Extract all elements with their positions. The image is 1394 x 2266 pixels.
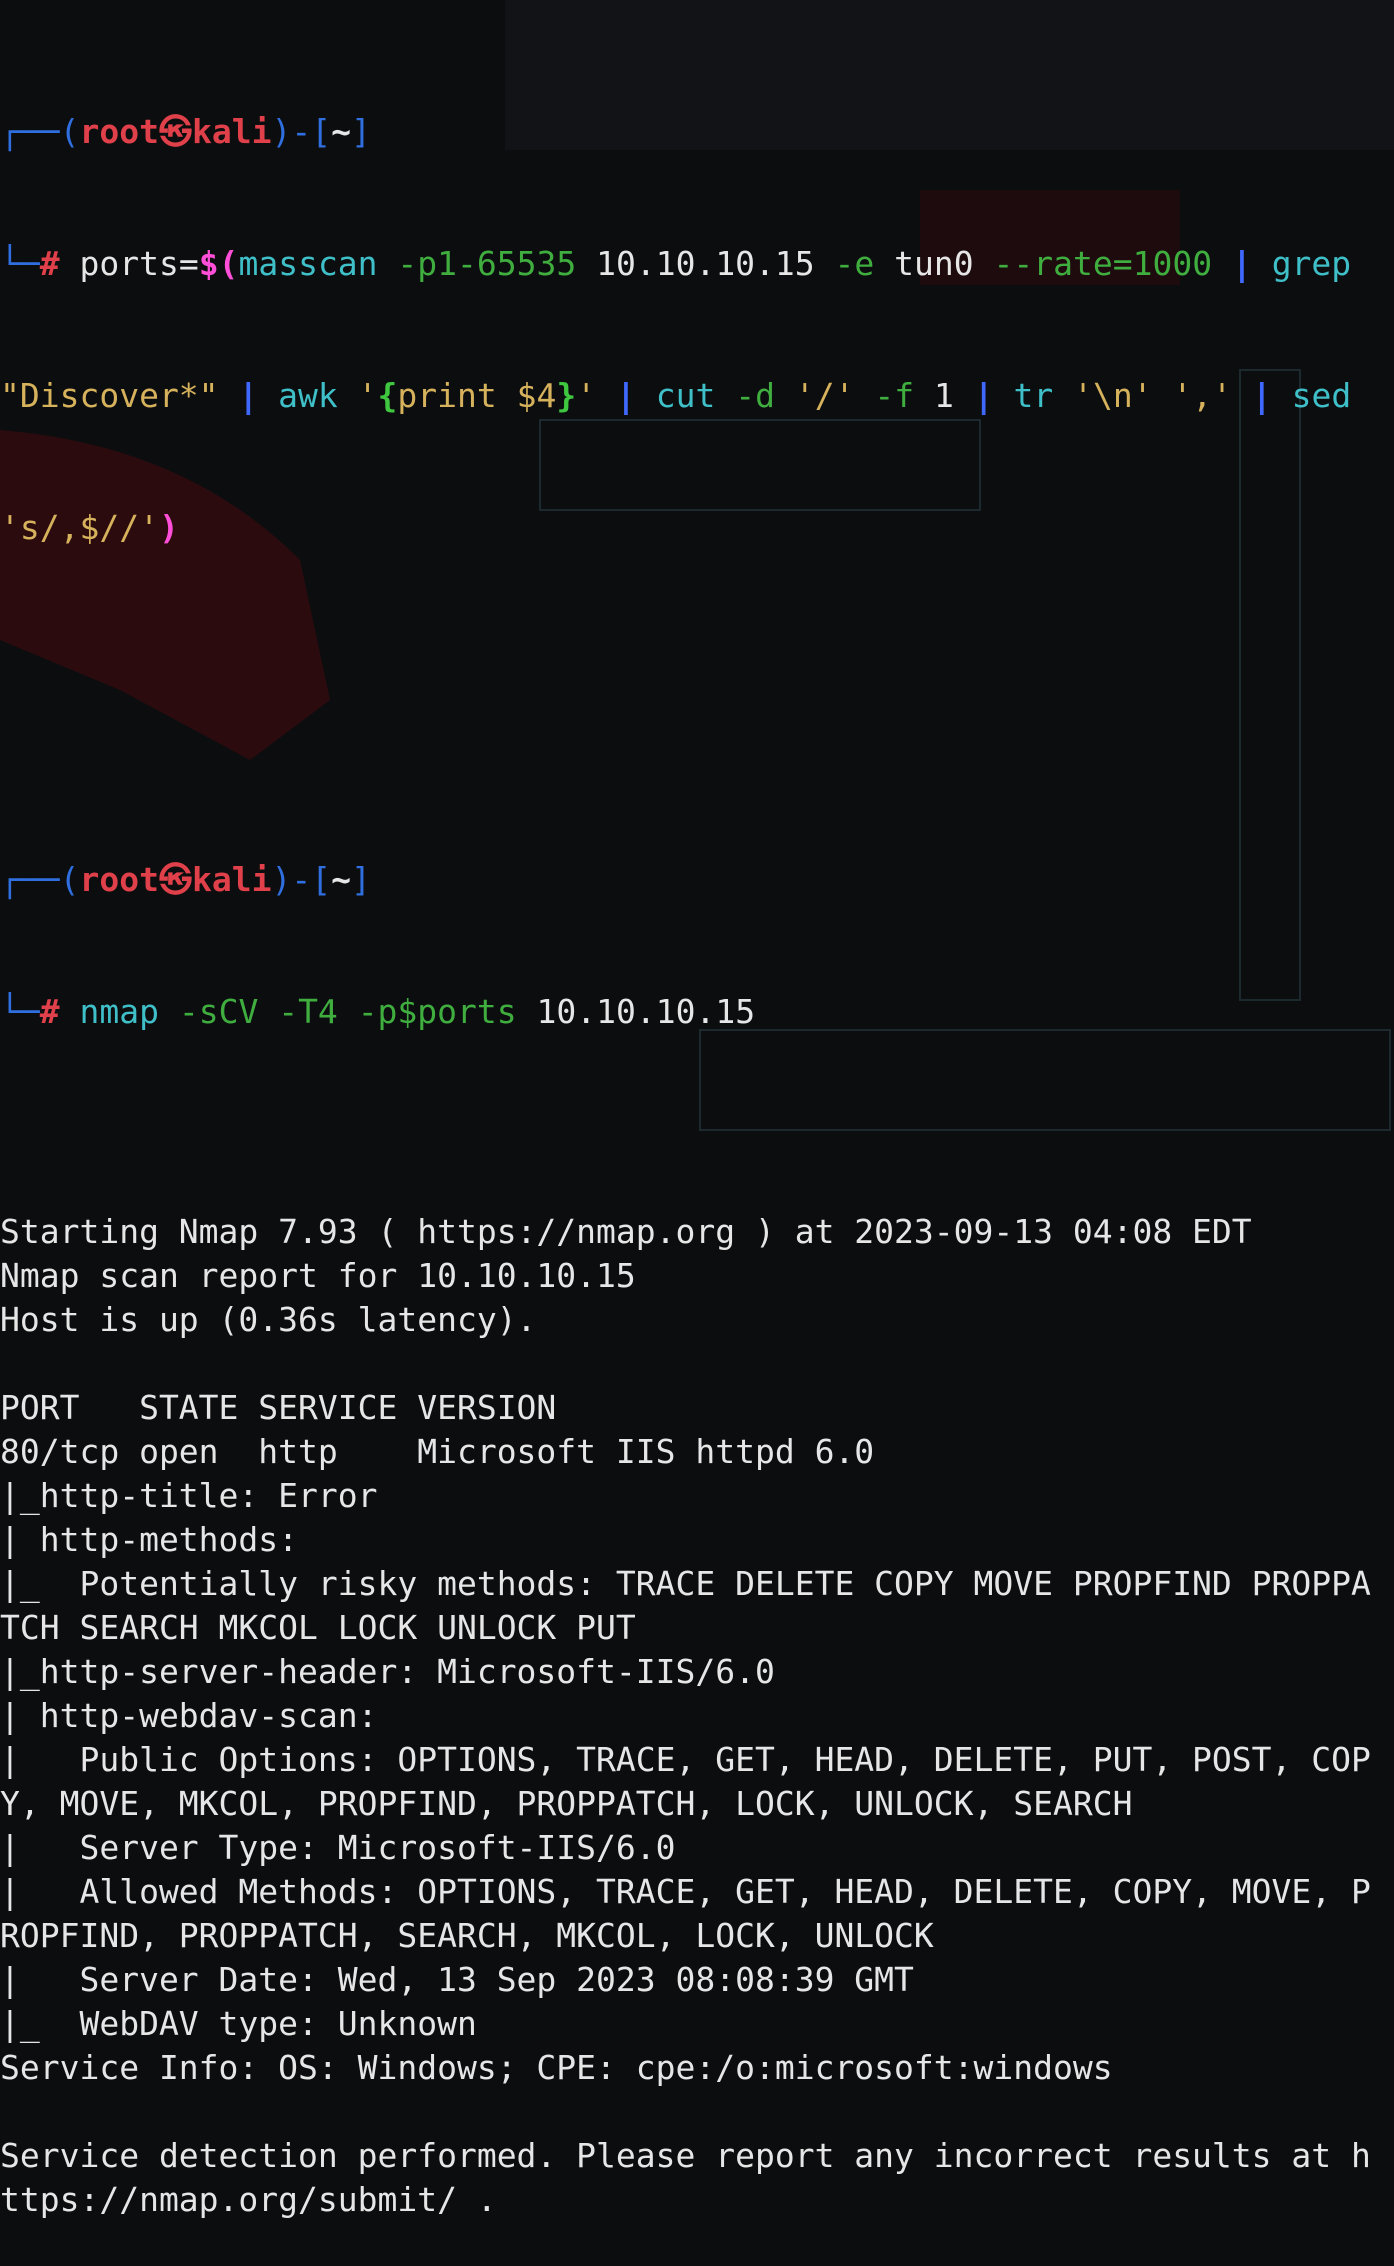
output-line: Service detection performed. Please repo…	[0, 2136, 1371, 2175]
output-line: | http-methods:	[0, 1520, 299, 1559]
output-line: |_http-title: Error	[0, 1476, 378, 1515]
output-line: PORT STATE SERVICE VERSION	[0, 1388, 557, 1427]
command-line-1-wrap-b: 's/,$//')	[0, 508, 179, 547]
output-line: |_http-server-header: Microsoft-IIS/6.0	[0, 1652, 775, 1691]
output-line: Host is up (0.36s latency).	[0, 1300, 537, 1339]
command-line-2: └─# nmap -sCV -T4 -p$ports 10.10.10.15	[0, 992, 756, 1031]
output-line: | Server Type: Microsoft-IIS/6.0	[0, 1828, 676, 1867]
output-line: |_ WebDAV type: Unknown	[0, 2004, 477, 2043]
output-line: 80/tcp open http Microsoft IIS httpd 6.0	[0, 1432, 875, 1471]
terminal-window[interactable]: ┌──(root㉿kali)-[~] └─# ports=$(masscan -…	[0, 0, 1394, 2266]
output-line: ROPFIND, PROPPATCH, SEARCH, MKCOL, LOCK,…	[0, 1916, 934, 1955]
output-line: Service Info: OS: Windows; CPE: cpe:/o:m…	[0, 2048, 1113, 2087]
command-line-1: └─# ports=$(masscan -p1-65535 10.10.10.1…	[0, 244, 1352, 283]
output-line: | Public Options: OPTIONS, TRACE, GET, H…	[0, 1740, 1371, 1779]
prompt-header-2: ┌──(root㉿kali)-[~]	[0, 860, 371, 899]
output-line: Y, MOVE, MKCOL, PROPFIND, PROPPATCH, LOC…	[0, 1784, 1133, 1823]
output-line: | http-webdav-scan:	[0, 1696, 378, 1735]
output-line: TCH SEARCH MKCOL LOCK UNLOCK PUT	[0, 1608, 636, 1647]
output-line: Starting Nmap 7.93 ( https://nmap.org ) …	[0, 1212, 1252, 1251]
output-line: Nmap scan report for 10.10.10.15	[0, 1256, 636, 1295]
command-line-1-wrap-a: "Discover*" | awk '{print $4}' | cut -d …	[0, 376, 1352, 415]
output-line: | Server Date: Wed, 13 Sep 2023 08:08:39…	[0, 1960, 914, 1999]
prompt-header-1: ┌──(root㉿kali)-[~]	[0, 112, 371, 151]
output-line: |_ Potentially risky methods: TRACE DELE…	[0, 1564, 1371, 1603]
terminal-output: Starting Nmap 7.93 ( https://nmap.org ) …	[0, 1210, 1394, 2222]
output-line: | Allowed Methods: OPTIONS, TRACE, GET, …	[0, 1872, 1371, 1911]
output-line: ttps://nmap.org/submit/ .	[0, 2180, 497, 2219]
